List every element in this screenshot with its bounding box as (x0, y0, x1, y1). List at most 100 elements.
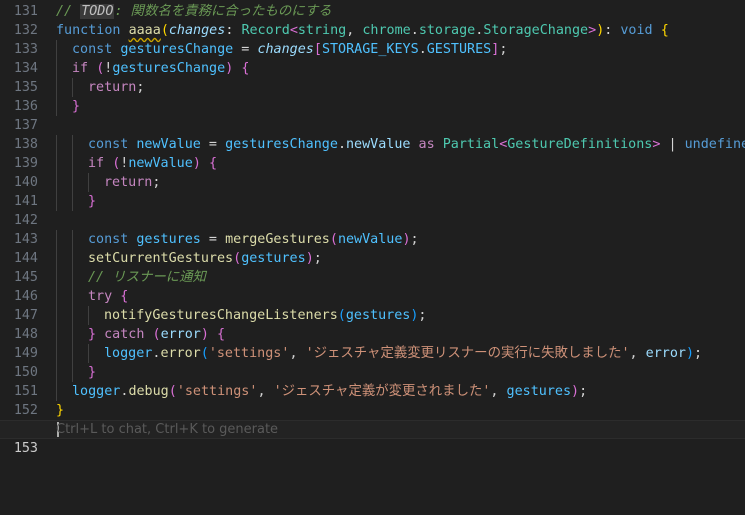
code-token: void (620, 23, 653, 38)
indent-guide (88, 344, 89, 363)
indent-guide (72, 78, 73, 97)
code-token: setCurrentGestures (88, 251, 234, 266)
code-token: , (257, 384, 274, 399)
indent-guide (72, 249, 73, 268)
code-text: const gesturesChange = changes[STORAGE_K… (72, 40, 507, 59)
code-token: gesturesChange (120, 42, 234, 57)
code-editor[interactable]: 131 // TODO: 関数名を責務に合ったものにする 132 function a… (0, 0, 745, 456)
line-number: 133 (13, 42, 38, 57)
indent-guide (56, 135, 57, 154)
code-line[interactable]: 146 try { (0, 287, 745, 306)
code-token: ) (685, 346, 695, 361)
code-token: // (56, 4, 81, 19)
code-line[interactable]: 138 const newValue = gesturesChange.newVa… (0, 135, 745, 154)
indent-guide (56, 249, 57, 268)
line-number: 149 (13, 346, 38, 361)
code-line[interactable]: 133 const gesturesChange = changes[STORAG… (0, 40, 745, 59)
code-line[interactable]: 141} (0, 192, 745, 211)
code-line[interactable]: 139 if (!newValue) { (0, 154, 745, 173)
code-token: notifyGesturesChangeListeners (104, 308, 338, 323)
indent-guide (72, 306, 73, 325)
code-token: : (604, 23, 621, 38)
code-token: ( (329, 232, 338, 247)
code-line[interactable]: 142 (0, 211, 745, 230)
code-line[interactable]: 135 return; (0, 78, 745, 97)
code-token: ( (168, 384, 177, 399)
code-text: } (56, 401, 64, 420)
code-token: } (72, 99, 81, 114)
line-number: 138 (13, 137, 38, 152)
code-token: newValue (346, 137, 411, 152)
code-text: notifyGesturesChangeListeners(gestures); (104, 306, 426, 325)
code-line[interactable]: 143 const gestures = mergeGestures(newVal… (0, 230, 745, 249)
code-token: undefined (684, 137, 745, 152)
indent-guide (56, 97, 57, 116)
code-token: function (56, 23, 129, 38)
code-token: newValue (128, 156, 193, 171)
line-number: 141 (13, 194, 38, 209)
code-line[interactable]: 132 function aaaa(changes: Record<string,… (0, 21, 745, 40)
code-token: ( (160, 23, 169, 38)
code-line[interactable]: 136} (0, 97, 745, 116)
code-line[interactable]: 152} (0, 401, 745, 420)
code-text: const newValue = gesturesChange.newValue… (88, 135, 745, 154)
code-line[interactable]: 140 return; (0, 173, 745, 192)
code-text: setCurrentGestures(gestures); (88, 249, 322, 268)
indent-guide (56, 344, 57, 363)
current-line[interactable]: 153 Ctrl+L to chat, Ctrl+K to generate (0, 420, 745, 456)
code-token: error (645, 346, 686, 361)
code-token: Partial (442, 137, 500, 152)
code-token: ; (694, 346, 703, 361)
code-token: error (160, 346, 201, 361)
code-text: if (!newValue) { (88, 154, 217, 173)
indent-guide (56, 40, 57, 59)
code-token: mergeGestures (225, 232, 330, 247)
line-number: 137 (13, 118, 38, 133)
code-token: , (346, 23, 363, 38)
indent-guide (72, 230, 73, 249)
code-token: const (72, 42, 121, 57)
line-number: 148 (13, 327, 38, 342)
indent-guide (56, 78, 57, 97)
code-token: chrome (362, 23, 411, 38)
code-token: return (104, 175, 153, 190)
indent-guide (56, 306, 57, 325)
code-token: changes (257, 42, 314, 57)
line-number: 140 (13, 175, 38, 190)
code-line[interactable]: 131 // TODO: 関数名を責務に合ったものにする (0, 2, 745, 21)
code-token: ; (410, 232, 419, 247)
code-line[interactable]: 151 logger.debug('settings', 'ジェスチャ定義が変更さ… (0, 382, 745, 401)
code-token: gestures (241, 251, 306, 266)
line-number: 131 (13, 4, 38, 19)
indent-guide (72, 135, 73, 154)
code-token: 'ジェスチャ定義変更リスナーの実行に失敗しました' (305, 346, 630, 361)
code-line[interactable]: 134 if (!gesturesChange) { (0, 59, 745, 78)
code-line[interactable]: 147 notifyGesturesChangeListeners(gesture… (0, 306, 745, 325)
line-number: 147 (13, 308, 38, 323)
code-line[interactable]: 149 logger.error('settings', 'ジェスチャ定義変更リス… (0, 344, 745, 363)
code-token: . (337, 137, 346, 152)
code-line[interactable]: 144 setCurrentGestures(gestures); (0, 249, 745, 268)
code-token: error (160, 327, 201, 342)
indent-guide (72, 192, 73, 211)
code-line[interactable]: 137 (0, 116, 745, 135)
code-text: try { (88, 287, 128, 306)
code-text: return; (104, 173, 160, 192)
line-number: 142 (13, 213, 38, 228)
code-token: Record (241, 23, 290, 38)
code-token: try (88, 289, 121, 304)
line-number: 135 (13, 80, 38, 95)
code-token: ( (337, 308, 346, 323)
code-token: GestureDefinitions (507, 137, 653, 152)
code-token: [ (313, 42, 322, 57)
code-token: STORAGE_KEYS (321, 42, 419, 57)
code-token: ( (152, 327, 161, 342)
code-token: gestures (136, 232, 201, 247)
code-line[interactable]: 150} (0, 363, 745, 382)
code-text: logger.debug('settings', 'ジェスチャ定義が変更されまし… (72, 382, 587, 401)
code-line[interactable]: 148} catch (error) { (0, 325, 745, 344)
code-line[interactable]: 145 // リスナーに通知 (0, 268, 745, 287)
code-token: const (88, 137, 137, 152)
indent-guide (72, 268, 73, 287)
